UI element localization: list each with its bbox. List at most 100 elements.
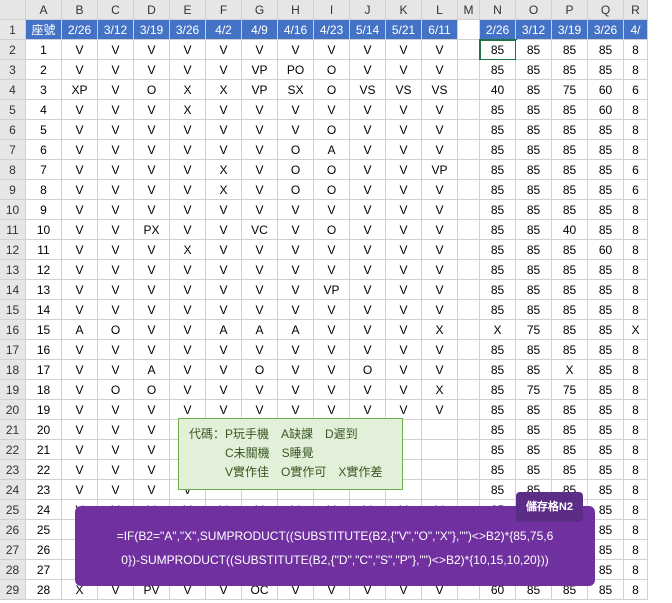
result-cell[interactable]: 85 — [480, 200, 516, 220]
result-cell[interactable]: 8 — [624, 140, 648, 160]
spacer-cell[interactable] — [458, 60, 480, 80]
data-cell[interactable]: A — [314, 140, 350, 160]
result-cell[interactable]: 85 — [552, 420, 588, 440]
result-cell[interactable]: 85 — [480, 60, 516, 80]
data-cell[interactable]: V — [134, 200, 170, 220]
data-cell[interactable]: V — [386, 60, 422, 80]
result-cell[interactable]: 75 — [516, 380, 552, 400]
data-cell[interactable]: A — [206, 320, 242, 340]
result-cell[interactable]: 85 — [588, 400, 624, 420]
row-header-2[interactable]: 2 — [0, 40, 26, 60]
spacer-cell[interactable] — [458, 300, 480, 320]
data-cell[interactable]: V — [386, 140, 422, 160]
result-cell[interactable]: 85 — [552, 300, 588, 320]
result-cell[interactable]: 75 — [516, 320, 552, 340]
result-cell[interactable]: 8 — [624, 200, 648, 220]
data-cell[interactable]: V — [98, 420, 134, 440]
result-cell[interactable]: 8 — [624, 460, 648, 480]
data-cell[interactable]: V — [170, 40, 206, 60]
data-cell[interactable]: X — [170, 240, 206, 260]
data-cell[interactable]: VP — [422, 160, 458, 180]
rownum-cell[interactable]: 21 — [26, 440, 62, 460]
header-cell[interactable]: 3/26 — [170, 20, 206, 40]
header-cell[interactable]: 6/11 — [422, 20, 458, 40]
rownum-cell[interactable]: 10 — [26, 220, 62, 240]
result-cell[interactable]: 85 — [480, 100, 516, 120]
result-cell[interactable]: 85 — [552, 120, 588, 140]
row-header-8[interactable]: 8 — [0, 160, 26, 180]
result-cell[interactable]: 85 — [552, 260, 588, 280]
rownum-cell[interactable]: 23 — [26, 480, 62, 500]
data-cell[interactable]: V — [386, 240, 422, 260]
col-header-G[interactable]: G — [242, 0, 278, 20]
data-cell[interactable]: V — [350, 240, 386, 260]
data-cell[interactable]: X — [170, 100, 206, 120]
data-cell[interactable]: V — [62, 480, 98, 500]
data-cell[interactable]: V — [350, 180, 386, 200]
data-cell[interactable]: V — [98, 60, 134, 80]
row-header-11[interactable]: 11 — [0, 220, 26, 240]
data-cell[interactable]: V — [314, 320, 350, 340]
data-cell[interactable]: V — [350, 160, 386, 180]
row-header-19[interactable]: 19 — [0, 380, 26, 400]
data-cell[interactable]: V — [62, 340, 98, 360]
rownum-cell[interactable]: 14 — [26, 300, 62, 320]
row-header-17[interactable]: 17 — [0, 340, 26, 360]
data-cell[interactable]: V — [386, 400, 422, 420]
result-cell[interactable]: 85 — [516, 440, 552, 460]
data-cell[interactable]: PX — [134, 220, 170, 240]
data-cell[interactable]: V — [278, 220, 314, 240]
data-cell[interactable]: V — [62, 160, 98, 180]
data-cell[interactable]: V — [386, 160, 422, 180]
data-cell[interactable]: V — [242, 280, 278, 300]
data-cell[interactable]: V — [134, 280, 170, 300]
data-cell[interactable]: V — [98, 460, 134, 480]
data-cell[interactable]: V — [278, 340, 314, 360]
result-cell[interactable]: 85 — [516, 340, 552, 360]
data-cell[interactable]: V — [134, 160, 170, 180]
result-cell[interactable]: 8 — [624, 420, 648, 440]
data-cell[interactable]: V — [170, 260, 206, 280]
data-cell[interactable]: V — [62, 460, 98, 480]
result-cell[interactable]: 85 — [516, 300, 552, 320]
spacer-cell[interactable] — [458, 220, 480, 240]
result-cell[interactable]: 85 — [516, 120, 552, 140]
result-cell[interactable]: 8 — [624, 440, 648, 460]
data-cell[interactable]: A — [62, 320, 98, 340]
result-cell[interactable]: 85 — [480, 40, 516, 60]
result-cell[interactable]: 60 — [588, 80, 624, 100]
data-cell[interactable]: V — [350, 120, 386, 140]
data-cell[interactable]: V — [350, 380, 386, 400]
result-cell[interactable]: 85 — [480, 240, 516, 260]
data-cell[interactable]: V — [206, 280, 242, 300]
header-cell[interactable]: 2/26 — [62, 20, 98, 40]
data-cell[interactable]: V — [206, 240, 242, 260]
data-cell[interactable]: O — [134, 80, 170, 100]
result-cell[interactable]: 85 — [516, 180, 552, 200]
data-cell[interactable]: V — [134, 240, 170, 260]
data-cell[interactable]: V — [242, 240, 278, 260]
data-cell[interactable]: V — [62, 420, 98, 440]
result-cell[interactable]: 8 — [624, 40, 648, 60]
rownum-cell[interactable]: 17 — [26, 360, 62, 380]
row-header-13[interactable]: 13 — [0, 260, 26, 280]
data-cell[interactable]: V — [170, 220, 206, 240]
result-cell[interactable]: 6 — [624, 180, 648, 200]
result-cell[interactable]: 85 — [480, 180, 516, 200]
rownum-cell[interactable]: 28 — [26, 580, 62, 600]
result-cell[interactable]: 85 — [588, 220, 624, 240]
data-cell[interactable]: V — [170, 140, 206, 160]
data-cell[interactable] — [422, 460, 458, 480]
data-cell[interactable]: V — [98, 120, 134, 140]
data-cell[interactable]: V — [206, 200, 242, 220]
data-cell[interactable] — [422, 480, 458, 500]
data-cell[interactable]: V — [98, 260, 134, 280]
result-cell[interactable]: 8 — [624, 400, 648, 420]
row-header-23[interactable]: 23 — [0, 460, 26, 480]
data-cell[interactable]: V — [98, 400, 134, 420]
row-header-18[interactable]: 18 — [0, 360, 26, 380]
data-cell[interactable]: V — [350, 140, 386, 160]
result-cell[interactable]: 8 — [624, 560, 648, 580]
header-cell[interactable]: 3/12 — [98, 20, 134, 40]
col-header-J[interactable]: J — [350, 0, 386, 20]
